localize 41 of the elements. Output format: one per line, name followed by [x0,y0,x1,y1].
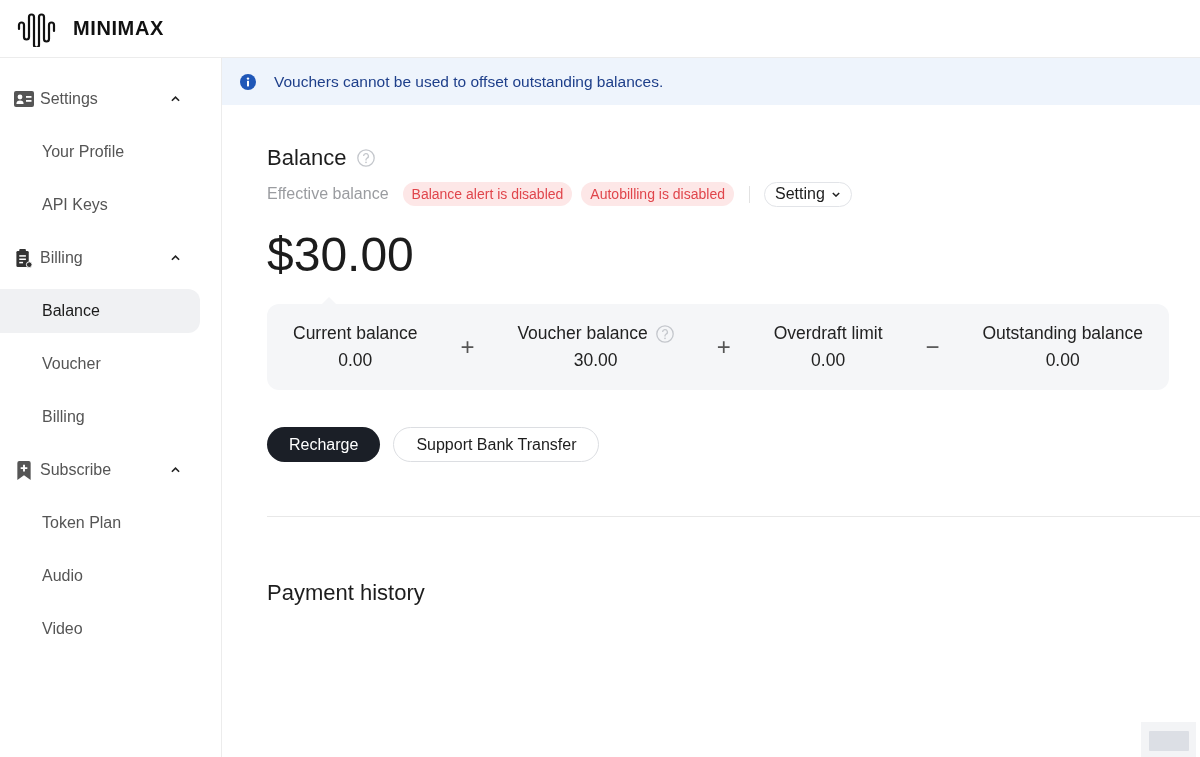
breakdown-value: 30.00 [573,350,618,371]
breakdown-label: Overdraft limit [773,323,883,344]
setting-dropdown-button[interactable]: Setting [763,181,852,207]
breakdown-value: 0.00 [811,350,846,371]
sidebar-item[interactable]: Audio [0,554,200,598]
sidebar-item[interactable]: Voucher [0,342,200,386]
bookmark-plus-icon [14,460,34,480]
operator-sign: + [716,333,731,361]
sidebar-item[interactable]: Billing [0,395,200,439]
operator-sign: − [925,333,940,361]
logo-wordmark: MINIMAX [73,17,164,40]
breakdown-value: 0.00 [338,350,373,371]
info-icon [240,73,256,90]
status-badge: Balance alert is disabled [402,182,573,206]
id-card-icon [14,91,34,107]
notice-text: Vouchers cannot be used to offset outstanding balances. [274,72,664,91]
sidebar-item[interactable]: API Keys [0,183,200,227]
sidebar-item[interactable]: Your Profile [0,130,200,174]
floating-widget[interactable] [1141,722,1196,757]
clipboard-icon [14,248,34,268]
section-title: Payment history [267,579,425,607]
sidebar-group-header[interactable]: Billing [0,236,200,280]
bank-transfer-button[interactable]: Support Bank Transfer [393,427,600,462]
breakdown-label: Current balance [293,323,418,344]
section-title: Balance [267,144,347,172]
sidebar-item[interactable]: Token Plan [0,501,200,545]
balance-amount: $30.00 [267,227,414,283]
sidebar-item[interactable]: Video [0,607,200,651]
breakdown-value: 0.00 [1045,350,1080,371]
breakdown-label: Outstanding balance [982,323,1143,344]
status-badge: Autobilling is disabled [581,182,734,206]
sidebar-group-header[interactable]: Subscribe [0,448,200,492]
help-icon[interactable] [356,149,375,167]
subtitle-text: Effective balance [267,185,389,203]
caret-icon [831,191,840,197]
operator-sign: + [460,333,475,361]
sidebar-group-header[interactable]: Settings [0,77,200,121]
sidebar-item[interactable]: Balance [0,289,200,333]
breakdown-label: Voucher balance [517,323,648,344]
help-icon[interactable] [655,324,674,343]
recharge-button[interactable]: Recharge [267,427,381,462]
